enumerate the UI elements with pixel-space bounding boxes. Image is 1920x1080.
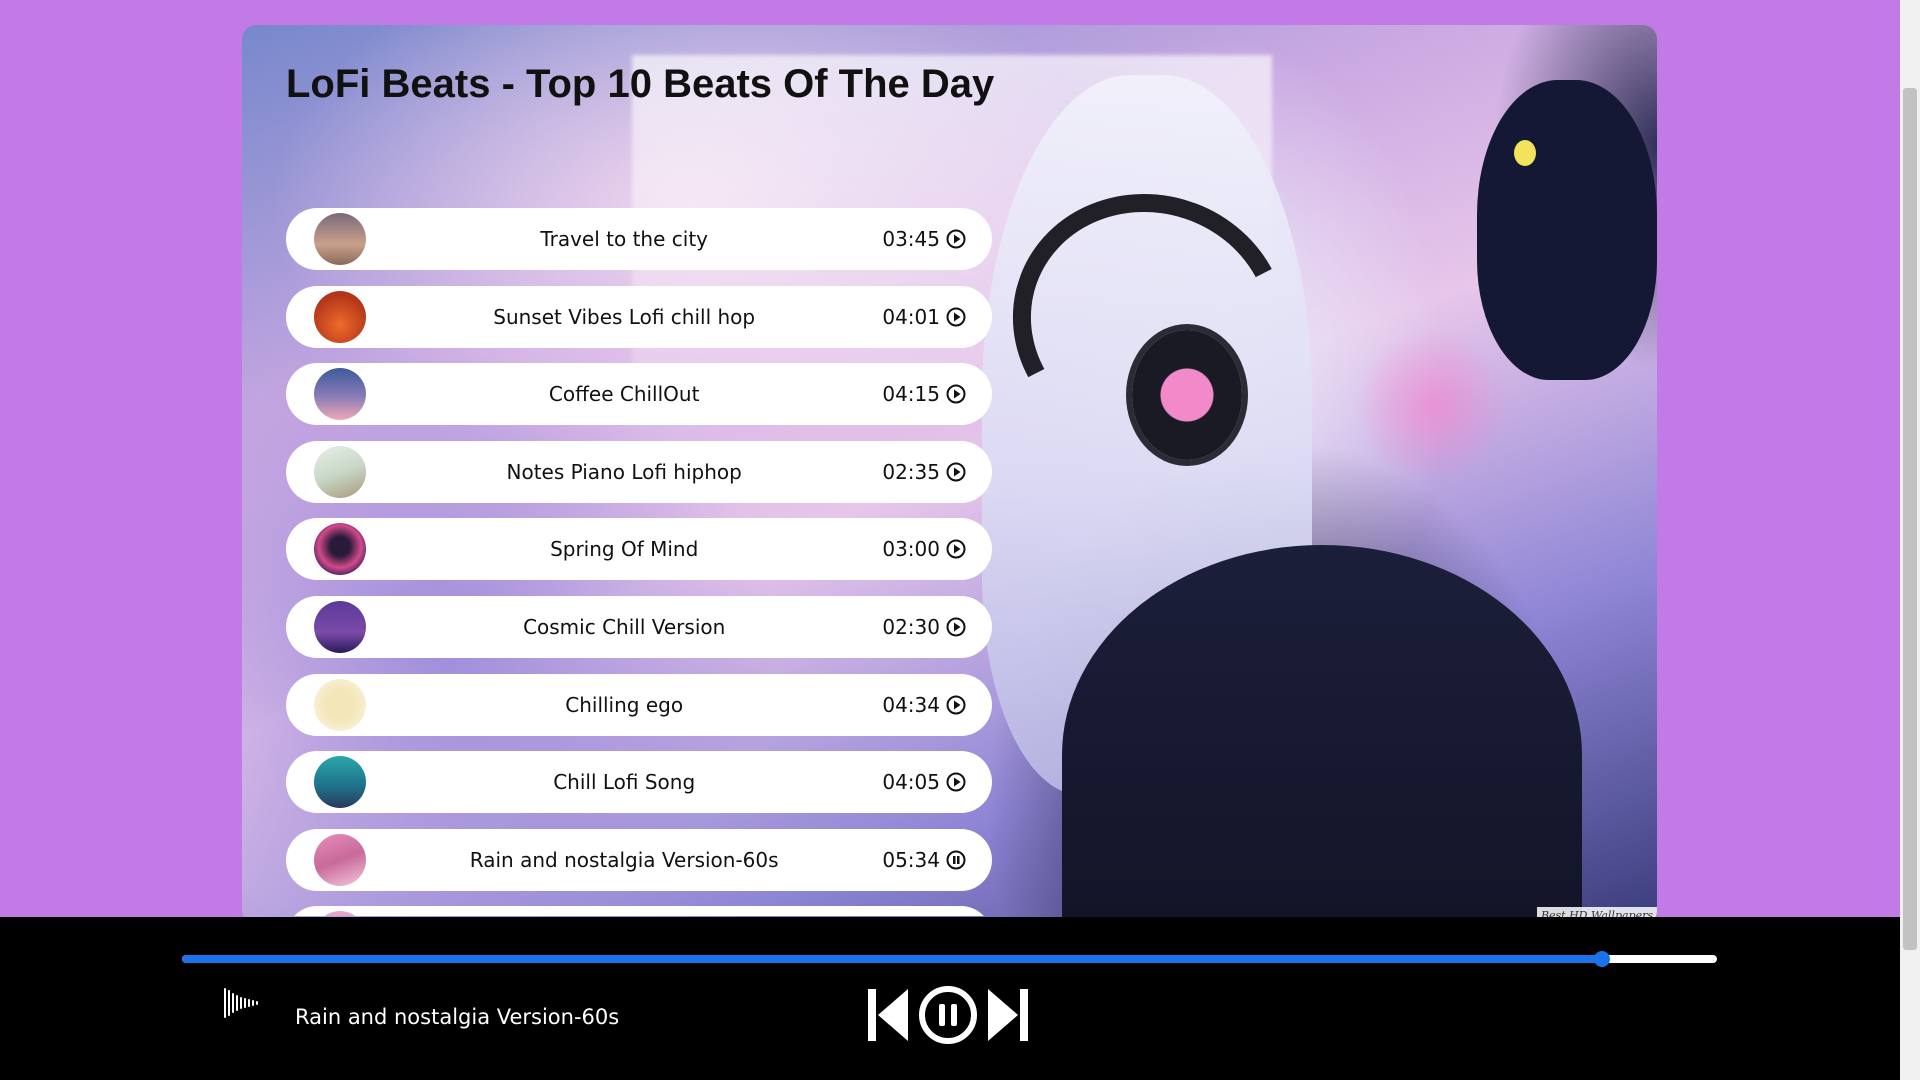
track-duration: 05:34	[882, 847, 940, 872]
equalizer-icon	[224, 988, 258, 1018]
play-circle-icon[interactable]	[946, 772, 966, 792]
pause-button[interactable]	[918, 985, 978, 1045]
track-name: Chilling ego	[565, 692, 684, 717]
playback-controls	[866, 985, 1030, 1045]
track-row[interactable]: Sunset Vibes Lofi chill hop 04:01	[286, 285, 992, 348]
play-circle-icon[interactable]	[946, 307, 966, 327]
track-name: Travel to the city	[540, 227, 708, 251]
track-name: Coffee ChillOut	[548, 382, 700, 407]
track-row[interactable]	[286, 906, 992, 916]
track-name: Cosmic Chill Version	[523, 614, 726, 639]
track-thumbnail	[314, 213, 366, 265]
track-row[interactable]: Coffee ChillOut 04:15	[286, 363, 992, 426]
track-thumbnail	[314, 756, 366, 809]
artwork-headphone-cup	[1132, 330, 1242, 460]
play-circle-icon[interactable]	[946, 462, 966, 482]
track-duration: 03:00	[882, 537, 940, 562]
progress-handle[interactable]	[1593, 951, 1610, 967]
track-thumbnail	[314, 523, 366, 576]
track-row[interactable]: Spring Of Mind 03:00	[286, 518, 992, 581]
artwork-cat-eye	[1514, 140, 1536, 166]
now-playing-title: Rain and nostalgia Version-60s	[295, 1005, 620, 1029]
track-list[interactable]: Travel to the city 03:45 Sunset Vibes Lofi…	[286, 208, 992, 916]
track-duration: 04:05	[882, 770, 940, 795]
play-circle-icon[interactable]	[946, 539, 966, 559]
track-row[interactable]: Cosmic Chill Version 02:30	[286, 595, 992, 658]
previous-track-button[interactable]	[866, 986, 910, 1044]
track-thumbnail	[314, 833, 366, 886]
track-thumbnail	[314, 911, 366, 916]
artwork-black-cat	[1477, 80, 1657, 380]
track-duration: 04:15	[882, 382, 940, 407]
progress-slider[interactable]	[182, 951, 1717, 967]
track-name: Rain and nostalgia Version-60s	[469, 847, 779, 872]
track-thumbnail	[314, 290, 366, 343]
track-row[interactable]: Notes Piano Lofi hiphop 02:35	[286, 440, 992, 503]
track-thumbnail	[314, 445, 366, 498]
play-circle-icon[interactable]	[946, 229, 966, 249]
track-duration: 04:01	[882, 304, 940, 329]
page-scrollbar[interactable]	[1900, 0, 1920, 1080]
track-row[interactable]: Chilling ego 04:34	[286, 673, 992, 736]
track-thumbnail	[314, 678, 366, 731]
track-duration: 02:30	[882, 614, 940, 639]
lofi-player-page: Best HD Wallpapers LoFi Beats - Top 10 B…	[0, 0, 1920, 1080]
track-duration: 04:34	[882, 692, 940, 717]
scrollbar-thumb[interactable]	[1903, 88, 1917, 950]
track-thumbnail	[314, 368, 366, 421]
progress-fill	[182, 955, 1602, 963]
track-name: Spring Of Mind	[550, 537, 699, 562]
track-thumbnail	[314, 600, 366, 653]
track-row[interactable]: Travel to the city 03:45	[286, 208, 992, 270]
play-circle-icon[interactable]	[946, 695, 966, 715]
track-duration: 03:45	[882, 227, 940, 251]
track-row[interactable]: Rain and nostalgia Version-60s 05:34	[286, 828, 992, 891]
track-row[interactable]: Chill Lofi Song 04:05	[286, 751, 992, 814]
track-name: Notes Piano Lofi hiphop	[506, 459, 742, 484]
next-track-button[interactable]	[986, 986, 1030, 1044]
page-title: LoFi Beats - Top 10 Beats Of The Day	[286, 62, 995, 106]
pause-circle-icon[interactable]	[946, 850, 966, 870]
track-name: Chill Lofi Song	[553, 770, 696, 795]
track-name: Sunset Vibes Lofi chill hop	[493, 304, 756, 329]
play-circle-icon[interactable]	[946, 384, 966, 404]
player-bar: Rain and nostalgia Version-60s	[0, 917, 1900, 1080]
track-duration: 02:35	[882, 459, 940, 484]
play-circle-icon[interactable]	[946, 617, 966, 637]
